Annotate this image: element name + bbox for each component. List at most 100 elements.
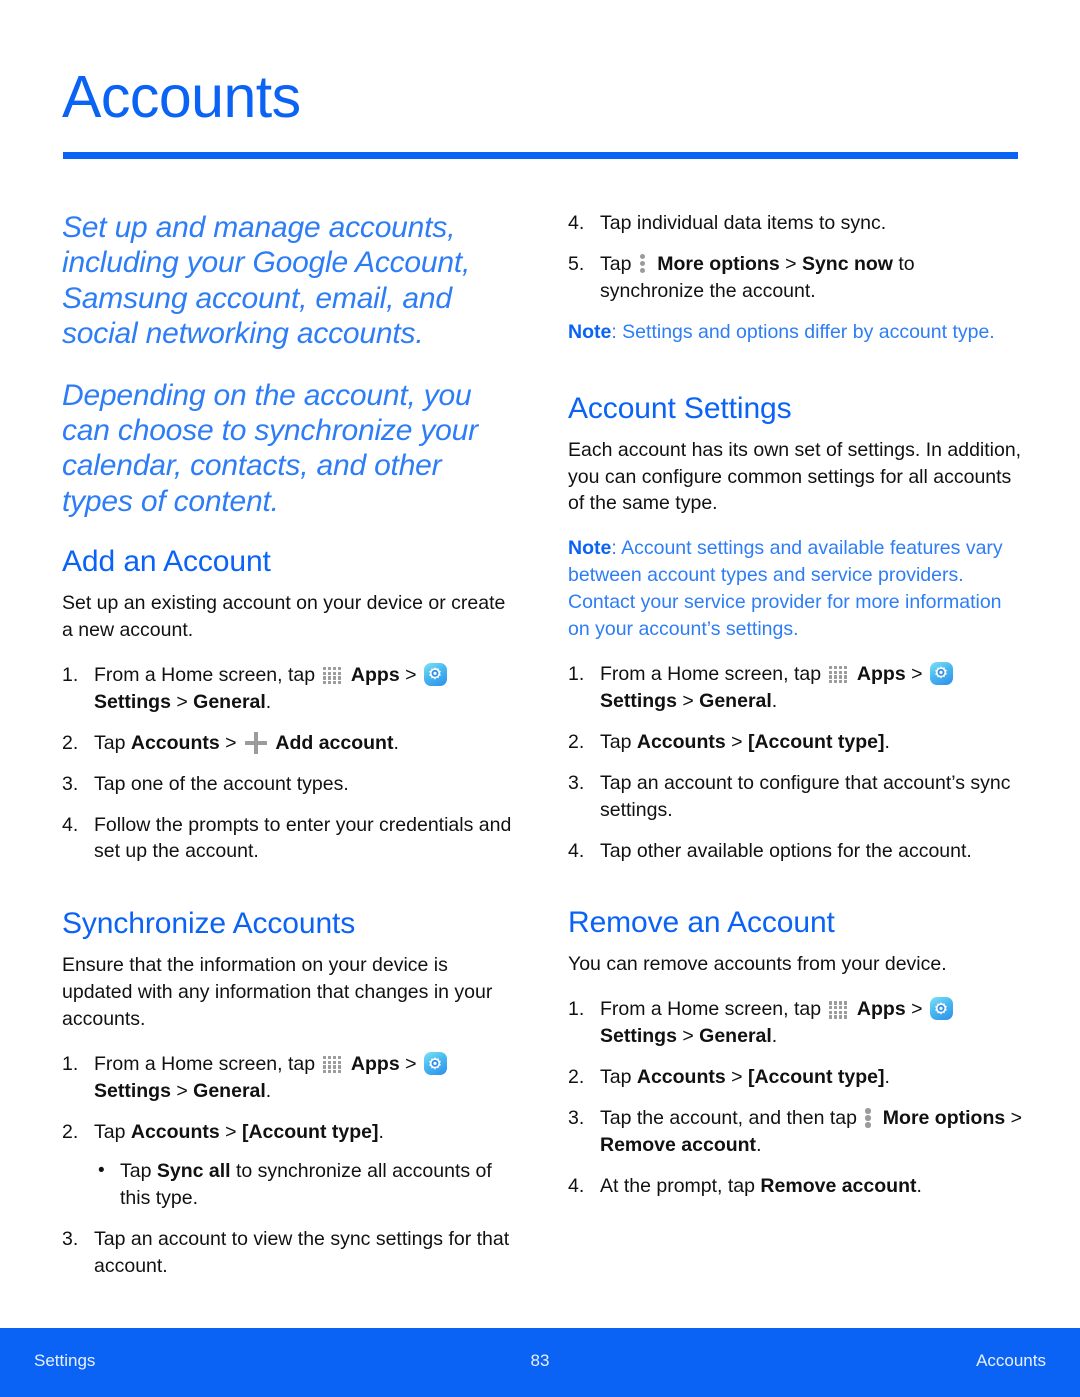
step-text: Tap the account, and then tap More optio… <box>600 1107 1023 1156</box>
sub-bullet-item: • Tap Sync all to synchronize all account… <box>94 1158 517 1212</box>
emphasis-text: More options <box>657 252 780 275</box>
emphasis-text: Sync now <box>801 252 893 275</box>
footer-page-number: 83 <box>530 1351 550 1370</box>
emphasis-text: General <box>699 689 772 712</box>
step-number: 4. <box>568 212 585 234</box>
step-item: 4. Follow the prompts to enter your crede… <box>62 812 517 866</box>
step-item: 1. From a Home screen, tap Apps > Setting… <box>568 996 1023 1050</box>
step-number: 3. <box>568 1107 585 1130</box>
emphasis-text: [Account type] <box>747 730 885 753</box>
apps-grid-icon <box>322 665 344 685</box>
step-item: 2. Tap Accounts > [Account type]. <box>568 729 1023 756</box>
emphasis-text: General <box>193 690 266 713</box>
heading-add-an-account: Add an Account <box>62 545 271 579</box>
step-item: 4. At the prompt, tap Remove account. <box>568 1173 1023 1200</box>
step-number: 5. <box>568 252 585 275</box>
note-label: Note <box>568 320 612 343</box>
emphasis-text: Accounts <box>130 731 220 754</box>
step-item: 3. Tap an account to view the sync settin… <box>62 1226 517 1280</box>
intro-paragraph-1: Set up and manage accounts, including yo… <box>62 211 471 351</box>
footer-topic-label: Accounts <box>976 1351 1046 1370</box>
step-number: 4. <box>568 839 585 862</box>
step-number: 2. <box>62 1120 79 1143</box>
step-number: 3. <box>568 771 585 794</box>
emphasis-text: Apps <box>350 1053 400 1076</box>
remove-account-steps: 1. From a Home screen, tap Apps > Setting… <box>568 996 1023 1199</box>
step-item: 2. Tap Accounts > [Account type]. <box>568 1064 1023 1091</box>
heading-synchronize-accounts: Synchronize Accounts <box>62 907 356 941</box>
step-item: 2. Tap Accounts > Add account. <box>62 730 517 757</box>
apps-grid-icon <box>322 1054 344 1074</box>
step-text: Tap an account to configure that account… <box>600 771 1011 821</box>
step-number: 1. <box>568 662 585 685</box>
step-item: 5. Tap More options > Sync now to synchro… <box>568 251 1023 305</box>
more-options-icon <box>639 253 648 274</box>
step-text: From a Home screen, tap Apps > Settings … <box>600 661 955 712</box>
synchronize-accounts-steps-continued: 4. Tap individual data items to sync. 5. Ta… <box>568 210 1023 305</box>
synchronize-accounts-body: Ensure that the information on your devi… <box>62 954 493 1031</box>
step-number: 1. <box>568 998 585 1021</box>
step-text: Tap Accounts > [Account type]. <box>600 1066 890 1089</box>
step-text: From a Home screen, tap Apps > Settings … <box>94 662 449 713</box>
step-text: Tap an account to view the sync settings… <box>94 1227 510 1277</box>
step-text: From a Home screen, tap Apps > Settings … <box>600 997 955 1048</box>
step-text: Tap other available options for the acco… <box>600 839 972 862</box>
settings-gear-icon <box>929 997 953 1021</box>
heading-account-settings: Account Settings <box>568 391 792 425</box>
apps-grid-icon <box>828 664 850 684</box>
right-column: 4. Tap individual data items to sync. 5. Ta… <box>568 210 1023 1214</box>
emphasis-text: Accounts <box>636 1066 726 1089</box>
more-options-icon <box>864 1107 873 1128</box>
emphasis-text: Remove account <box>600 1133 757 1156</box>
synchronize-accounts-steps: 1. From a Home screen, tap Apps > Setting… <box>62 1051 517 1279</box>
step-number: 4. <box>62 813 79 836</box>
settings-gear-icon <box>929 661 953 685</box>
step-text: Tap More options > Sync now to synchroni… <box>600 252 915 302</box>
emphasis-text: Apps <box>856 998 906 1021</box>
plus-icon <box>244 731 267 754</box>
step-number: 2. <box>62 731 79 754</box>
add-account-steps: 1. From a Home screen, tap Apps > Setting… <box>62 662 517 865</box>
add-account-body: Set up an existing account on your devic… <box>62 592 506 642</box>
step-item: 1. From a Home screen, tap Apps > Setting… <box>568 661 1023 715</box>
step-item: 4. Tap other available options for the ac… <box>568 838 1023 865</box>
account-settings-steps: 1. From a Home screen, tap Apps > Setting… <box>568 661 1023 864</box>
step-number: 4. <box>568 1174 585 1197</box>
step-text: Follow the prompts to enter your credent… <box>94 813 512 863</box>
sub-bullet-list: • Tap Sync all to synchronize all account… <box>94 1158 517 1212</box>
step-text: Tap individual data items to sync. <box>600 212 887 234</box>
emphasis-text: Settings <box>94 1080 171 1102</box>
step-number: 1. <box>62 1053 79 1076</box>
emphasis-text: Settings <box>600 1025 677 1048</box>
emphasis-text: General <box>699 1025 772 1048</box>
emphasis-text: [Account type] <box>747 1066 885 1089</box>
emphasis-text: Settings <box>94 690 171 713</box>
emphasis-text: Add account <box>275 731 394 754</box>
emphasis-text: General <box>193 1080 266 1102</box>
title-divider <box>63 152 1018 159</box>
step-number: 3. <box>62 772 79 795</box>
page-title: Accounts <box>62 64 301 130</box>
emphasis-text: Sync all <box>156 1159 231 1182</box>
note-label: Note <box>568 537 612 560</box>
step-item: 4. Tap individual data items to sync. <box>568 210 1023 237</box>
step-item: 2. Tap Accounts > [Account type]. • Tap Syn… <box>62 1119 517 1212</box>
step-item: 3. Tap the account, and then tap More opt… <box>568 1105 1023 1159</box>
step-text: At the prompt, tap Remove account. <box>600 1174 922 1197</box>
left-column: Set up and manage accounts, including yo… <box>62 210 517 1293</box>
apps-grid-icon <box>828 999 850 1019</box>
settings-gear-icon <box>423 662 447 686</box>
note-sync-account-type: Note: Settings and options differ by acc… <box>568 319 1023 346</box>
emphasis-text: Apps <box>350 663 400 686</box>
emphasis-text: Accounts <box>130 1120 220 1143</box>
heading-remove-an-account: Remove an Account <box>568 906 835 940</box>
document-page: Accounts Set up and manage accounts, inc… <box>0 0 1080 1397</box>
emphasis-text: More options <box>882 1107 1006 1130</box>
step-number: 1. <box>62 663 79 686</box>
intro-paragraph-2: Depending on the account, you can choose… <box>62 378 478 518</box>
step-number: 2. <box>568 1066 585 1089</box>
step-number: 2. <box>568 730 585 753</box>
